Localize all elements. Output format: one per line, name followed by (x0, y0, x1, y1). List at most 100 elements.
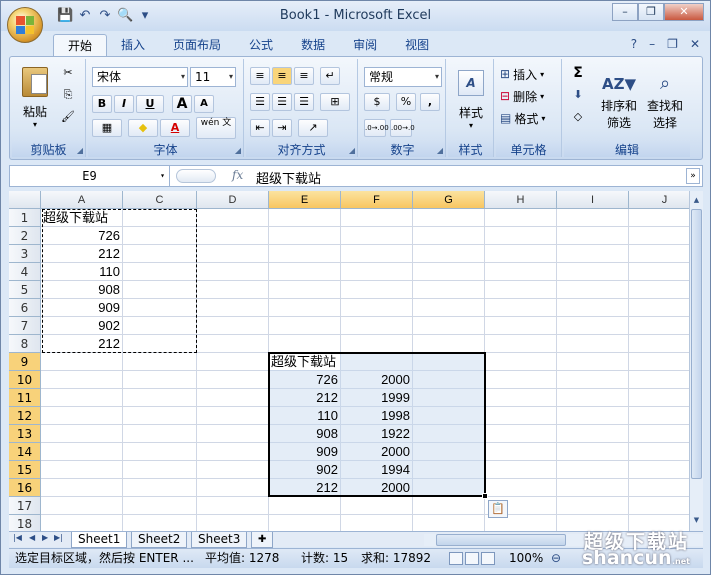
workbook-minimize-button[interactable]: – (649, 37, 655, 51)
cell-e12[interactable]: 110 (269, 407, 341, 425)
cell-a2[interactable]: 726 (43, 227, 123, 245)
alignment-launcher-icon[interactable]: ◢ (349, 146, 355, 155)
grow-font-button[interactable]: A (172, 95, 192, 113)
row-header-11[interactable]: 11 (9, 389, 41, 407)
row-header-17[interactable]: 17 (9, 497, 41, 515)
increase-indent-button[interactable]: ⇥ (272, 119, 292, 137)
insert-function-icon[interactable]: fx (232, 168, 243, 182)
number-format-combo[interactable]: 常规 ▾ (364, 67, 442, 87)
font-launcher-icon[interactable]: ◢ (235, 146, 241, 155)
close-button[interactable]: ✕ (664, 3, 704, 21)
cell-f14[interactable]: 2000 (341, 443, 413, 461)
column-header-g[interactable]: G (413, 191, 485, 209)
sheet-tab-sheet3[interactable]: Sheet3 (191, 532, 248, 548)
cell-f12[interactable]: 1998 (341, 407, 413, 425)
orientation-button[interactable]: ↗ (298, 119, 328, 137)
cell-e9[interactable]: 超级下载站 (271, 353, 336, 371)
font-size-combo[interactable]: 11 ▾ (190, 67, 236, 87)
italic-button[interactable]: I (114, 95, 134, 113)
tab-formulas[interactable]: 公式 (235, 34, 287, 56)
row-header-5[interactable]: 5 (9, 281, 41, 299)
shrink-font-button[interactable]: A (194, 95, 214, 113)
align-top-button[interactable]: ≡ (250, 67, 270, 85)
format-cells-button[interactable]: ▤ 格式 ▾ (500, 109, 545, 127)
align-right-button[interactable]: ☰ (294, 93, 314, 111)
zoom-level[interactable]: 100% (509, 549, 543, 568)
row-header-1[interactable]: 1 (9, 209, 41, 227)
cell-a3[interactable]: 212 (43, 245, 123, 263)
cell-e14[interactable]: 909 (269, 443, 341, 461)
row-header-15[interactable]: 15 (9, 461, 41, 479)
select-all-corner[interactable] (9, 191, 41, 209)
tab-insert[interactable]: 插入 (107, 34, 159, 56)
tab-page-layout[interactable]: 页面布局 (159, 34, 235, 56)
cell-f10[interactable]: 2000 (341, 371, 413, 389)
tab-review[interactable]: 审阅 (339, 34, 391, 56)
row-header-3[interactable]: 3 (9, 245, 41, 263)
decrease-indent-button[interactable]: ⇤ (250, 119, 270, 137)
border-button[interactable]: ▦ (92, 119, 122, 137)
first-sheet-icon[interactable]: |◀ (13, 533, 22, 542)
cell-a1[interactable]: 超级下载站 (43, 209, 108, 227)
normal-view-icon[interactable] (449, 552, 463, 565)
decrease-decimal-button[interactable]: .00→.0 (390, 119, 415, 137)
tab-view[interactable]: 视图 (391, 34, 443, 56)
zoom-out-icon[interactable]: ⊖ (551, 549, 561, 568)
tab-home[interactable]: 开始 (53, 34, 108, 56)
row-header-7[interactable]: 7 (9, 317, 41, 335)
number-launcher-icon[interactable]: ◢ (437, 146, 443, 155)
cell-a7[interactable]: 902 (43, 317, 123, 335)
vertical-scrollbar[interactable]: ▲ ▼ (689, 191, 703, 531)
styles-button[interactable]: A 样式 ▾ (452, 63, 490, 137)
insert-cells-button[interactable]: ⊞ 插入 ▾ (500, 65, 544, 83)
cell-e10[interactable]: 726 (269, 371, 341, 389)
cell-a5[interactable]: 908 (43, 281, 123, 299)
clear-icon[interactable]: ◇ (568, 109, 588, 127)
paste-button[interactable]: 粘贴 ▾ (18, 63, 52, 133)
increase-decimal-button[interactable]: .0→.00 (364, 119, 389, 137)
sheet-tab-sheet2[interactable]: Sheet2 (131, 532, 188, 548)
row-header-4[interactable]: 4 (9, 263, 41, 281)
cut-icon[interactable]: ✂ (58, 65, 78, 83)
fill-handle[interactable] (482, 493, 488, 499)
row-header-8[interactable]: 8 (9, 335, 41, 353)
align-center-button[interactable]: ☰ (272, 93, 292, 111)
workbook-restore-button[interactable]: ❐ (667, 37, 678, 51)
row-header-14[interactable]: 14 (9, 443, 41, 461)
cell-e15[interactable]: 902 (269, 461, 341, 479)
row-header-9[interactable]: 9 (9, 353, 41, 371)
vertical-scroll-thumb[interactable] (691, 209, 702, 479)
column-header-f[interactable]: F (341, 191, 413, 209)
find-select-button[interactable]: ⌕ 查找和 选择 (644, 63, 686, 139)
page-layout-view-icon[interactable] (465, 552, 479, 565)
column-header-e[interactable]: E (269, 191, 341, 209)
clipboard-launcher-icon[interactable]: ◢ (77, 146, 83, 155)
cell-a6[interactable]: 909 (43, 299, 123, 317)
underline-button[interactable]: U (136, 95, 164, 113)
wrap-text-button[interactable]: ↵ (320, 67, 340, 85)
percent-button[interactable]: % (396, 93, 416, 111)
worksheet-grid[interactable]: A C D E F G H I J 1 2 3 4 5 6 7 8 9 10 11 12 13 14 15 1… (9, 191, 689, 531)
restore-button[interactable]: ❐ (638, 3, 664, 21)
formula-content[interactable]: 超级下载站 (256, 168, 321, 187)
row-header-10[interactable]: 10 (9, 371, 41, 389)
cell-a8[interactable]: 212 (43, 335, 123, 353)
bold-button[interactable]: B (92, 95, 112, 113)
cell-f15[interactable]: 1994 (341, 461, 413, 479)
cell-f13[interactable]: 1922 (341, 425, 413, 443)
horizontal-scroll-thumb[interactable] (436, 534, 566, 546)
scroll-down-icon[interactable]: ▼ (691, 513, 702, 527)
formula-bar-handle[interactable] (176, 169, 216, 183)
cell-e16[interactable]: 212 (269, 479, 341, 497)
page-break-view-icon[interactable] (481, 552, 495, 565)
column-header-h[interactable]: H (485, 191, 557, 209)
phonetic-button[interactable]: wén 文 (196, 117, 236, 139)
insert-sheet-icon[interactable]: ✚ (251, 532, 273, 548)
cell-e11[interactable]: 212 (269, 389, 341, 407)
row-header-16[interactable]: 16 (9, 479, 41, 497)
fill-color-button[interactable]: ◆ (128, 119, 158, 137)
prev-sheet-icon[interactable]: ◀ (29, 533, 35, 542)
cell-f11[interactable]: 1999 (341, 389, 413, 407)
align-middle-button[interactable]: ≡ (272, 67, 292, 85)
cell-a4[interactable]: 110 (43, 263, 123, 281)
